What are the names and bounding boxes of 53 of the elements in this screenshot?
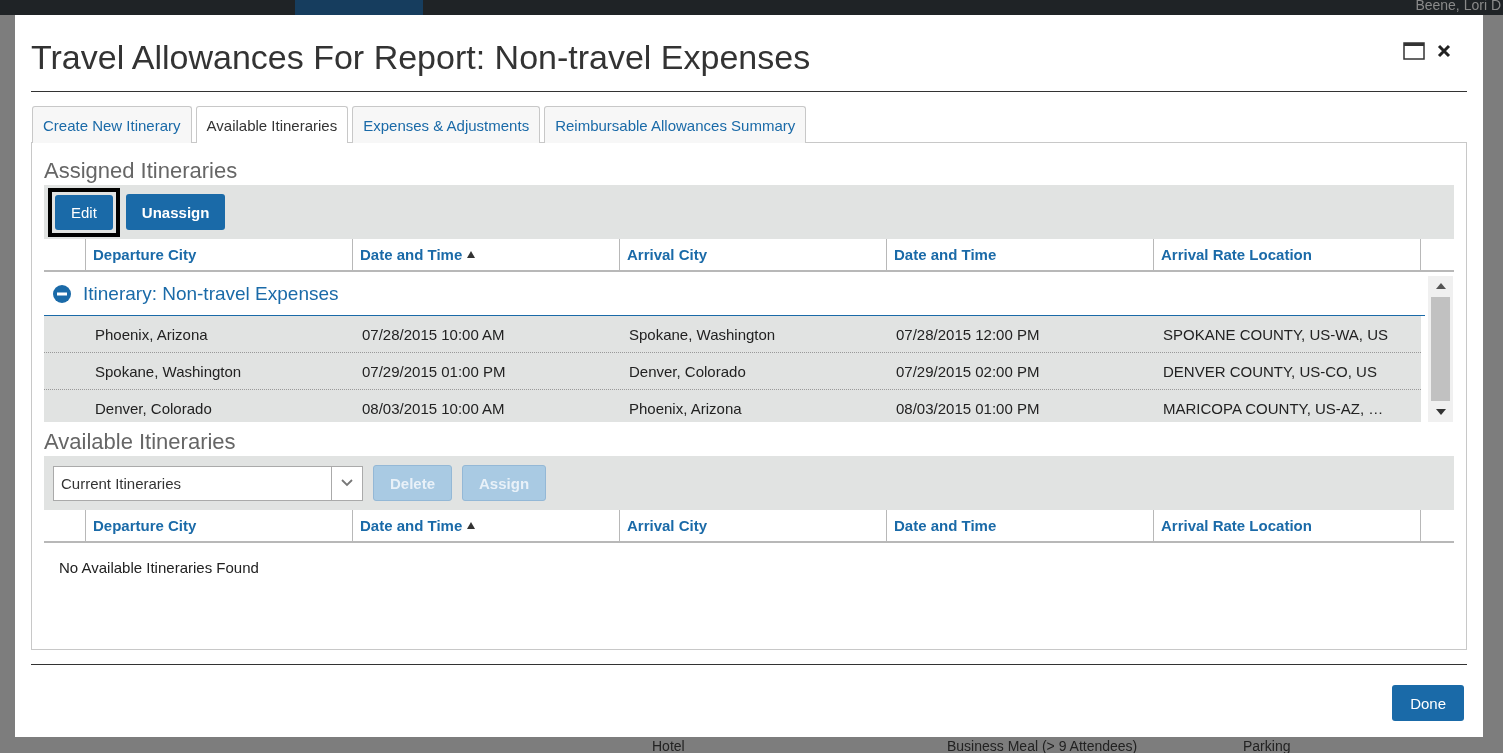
table-cell-text: 07/28/2015 12:00 PM (895, 324, 1041, 345)
table-cell-text: MARICOPA COUNTY, US-AZ, … (1162, 398, 1385, 419)
column-header[interactable]: Arrival Rate Location (1154, 239, 1421, 270)
table-cell-text: 08/03/2015 01:00 PM (895, 398, 1041, 419)
tab[interactable]: Available Itineraries (195, 106, 349, 143)
table-cell-text: Spokane, Washington (628, 324, 777, 345)
expense-type-label: Hotel (652, 739, 685, 753)
table-cell-text: Phoenix, Arizona (628, 398, 743, 419)
table-cell-text: Phoenix, Arizona (94, 324, 209, 345)
table-row[interactable]: Phoenix, Arizona 07/28/2015 10:00 AM Spokane, Washington 07/28/2015 12:00 PM SPOKANE COUNTY, US-WA, US (44, 316, 1421, 353)
expense-type-label: Parking (1243, 739, 1291, 753)
table-cell-text: 08/03/2015 10:00 AM (361, 398, 506, 419)
scrollbar-thumb[interactable] (1431, 297, 1450, 401)
collapse-icon[interactable] (53, 284, 71, 303)
user-name[interactable]: Beene, Lori D (1415, 0, 1501, 12)
column-header[interactable]: Arrival City (620, 239, 887, 270)
column-header[interactable]: Date and Time (887, 239, 1154, 270)
scrollbar[interactable] (1428, 276, 1453, 422)
tab[interactable]: Create New Itinerary (32, 106, 192, 143)
maximize-icon[interactable] (1403, 42, 1425, 60)
itinerary-filter-dropdown[interactable]: Current Itineraries (53, 465, 363, 501)
table-row[interactable]: Denver, Colorado 08/03/2015 10:00 AM Phoenix, Arizona 08/03/2015 01:00 PM MARICOPA COUNTY, US-AZ, … (44, 390, 1421, 422)
expense-type-label: Business Meal (> 9 Attendees) (947, 739, 1138, 753)
column-header[interactable]: Departure City (86, 239, 353, 270)
section-heading: Assigned Itineraries (44, 157, 239, 185)
tab[interactable]: Reimbursable Allowances Summary (544, 106, 807, 143)
close-icon[interactable] (1437, 44, 1451, 58)
dialog-title: Travel Allowances For Report: Non-travel Expenses (31, 37, 811, 77)
table-cell-text: Denver, Colorado (628, 361, 747, 382)
table-cell-text: DENVER COUNTY, US-CO, US (1162, 361, 1378, 382)
column-header[interactable]: Departure City (86, 510, 353, 541)
table-cell-text: 07/29/2015 02:00 PM (895, 361, 1041, 382)
column-header[interactable]: Arrival City (620, 510, 887, 541)
column-header[interactable]: Date and Time (353, 239, 620, 270)
column-header[interactable]: Date and Time (887, 510, 1154, 541)
column-header[interactable]: Arrival Rate Location (1154, 510, 1421, 541)
table-cell-text: Denver, Colorado (94, 398, 213, 419)
unassign-button[interactable]: Unassign (125, 194, 226, 230)
table-cell-text: 07/29/2015 01:00 PM (361, 361, 507, 382)
table-cell-text: Spokane, Washington (94, 361, 243, 382)
column-header[interactable]: Date and Time (353, 510, 620, 541)
table-cell-text: 07/28/2015 10:00 AM (361, 324, 506, 345)
chevron-down-icon (341, 479, 353, 487)
empty-message: No Available Itineraries Found (59, 559, 260, 576)
table-cell-text: SPOKANE COUNTY, US-WA, US (1162, 324, 1390, 345)
section-heading: Available Itineraries (44, 428, 237, 456)
scroll-up-icon[interactable] (1435, 283, 1446, 289)
scroll-down-icon[interactable] (1435, 409, 1446, 415)
table-row[interactable]: Spokane, Washington 07/29/2015 01:00 PM Denver, Colorado 07/29/2015 02:00 PM DENVER COUNTY, US-CO, US (44, 353, 1421, 390)
group-title: Itinerary: Non-travel Expenses (83, 282, 339, 305)
edit-button[interactable]: Edit (55, 194, 113, 230)
tab[interactable]: Expenses & Adjustments (352, 106, 541, 143)
done-button[interactable]: Done (1392, 685, 1464, 721)
